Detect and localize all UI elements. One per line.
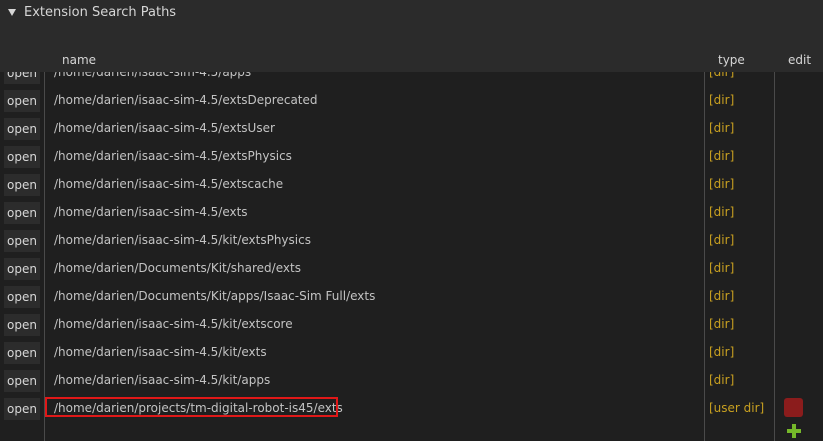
path-type: [user dir]: [709, 401, 765, 415]
open-button[interactable]: open: [4, 146, 40, 168]
path-type: [dir]: [709, 261, 735, 275]
open-button[interactable]: open: [4, 230, 40, 252]
table-row[interactable]: open/home/darien/isaac-sim-4.5/kit/extsP…: [0, 227, 823, 255]
path-type: [dir]: [709, 317, 735, 331]
path-type: [dir]: [709, 93, 735, 107]
path-type: [dir]: [709, 121, 735, 135]
open-button[interactable]: open: [4, 174, 40, 196]
path-type: [dir]: [709, 233, 735, 247]
path-text: /home/darien/isaac-sim-4.5/extsDeprecate…: [54, 93, 318, 107]
section-title: Extension Search Paths: [24, 4, 177, 20]
path-text: /home/darien/isaac-sim-4.5/kit/extscore: [54, 317, 293, 331]
path-type: [dir]: [709, 177, 735, 191]
open-button[interactable]: open: [4, 90, 40, 112]
open-button[interactable]: open: [4, 286, 40, 308]
table-row[interactable]: open/home/darien/Documents/Kit/apps/Isaa…: [0, 283, 823, 311]
open-button[interactable]: open: [4, 314, 40, 336]
open-button[interactable]: open: [4, 202, 40, 224]
table-row[interactable]: open/home/darien/isaac-sim-4.5/apps [dir]: [0, 72, 823, 87]
path-text: /home/darien/isaac-sim-4.5/kit/extsPhysi…: [54, 233, 311, 247]
open-button[interactable]: open: [4, 342, 40, 364]
plus-icon: [786, 423, 801, 438]
path-text: /home/darien/isaac-sim-4.5/kit/apps: [54, 373, 271, 387]
table-row[interactable]: open/home/darien/isaac-sim-4.5/extsUser […: [0, 115, 823, 143]
open-button[interactable]: open: [4, 398, 40, 420]
path-text: /home/darien/Documents/Kit/shared/exts: [54, 261, 301, 275]
section-toggle[interactable]: Extension Search Paths: [8, 3, 176, 21]
remove-path-button[interactable]: [784, 398, 803, 417]
column-header-edit: edit: [788, 53, 812, 67]
add-path-button[interactable]: [784, 421, 803, 440]
path-type: [dir]: [709, 72, 735, 79]
path-text: /home/darien/isaac-sim-4.5/extsPhysics: [54, 149, 292, 163]
open-button[interactable]: open: [4, 370, 40, 392]
path-type: [dir]: [709, 205, 735, 219]
path-type: [dir]: [709, 373, 735, 387]
extension-search-paths-header: Extension Search Paths name type edit: [0, 0, 823, 72]
path-text: /home/darien/isaac-sim-4.5/apps: [54, 72, 252, 79]
path-type: [dir]: [709, 149, 735, 163]
path-text: /home/darien/isaac-sim-4.5/extsUser: [54, 121, 275, 135]
column-header-type: type: [718, 53, 745, 67]
highlight-box: [45, 397, 338, 417]
table-row[interactable]: open/home/darien/isaac-sim-4.5/extscache…: [0, 171, 823, 199]
column-header-name: name: [62, 53, 97, 67]
table-row[interactable]: open/home/darien/isaac-sim-4.5/extsPhysi…: [0, 143, 823, 171]
table-row[interactable]: open/home/darien/isaac-sim-4.5/kit/exts […: [0, 339, 823, 367]
open-button[interactable]: open: [4, 72, 40, 84]
table-row[interactable]: open/home/darien/isaac-sim-4.5/kit/extsc…: [0, 311, 823, 339]
collapse-triangle-icon: [8, 8, 16, 16]
search-path-list[interactable]: open/home/darien/isaac-sim-4.5/apps [dir]…: [0, 72, 823, 441]
path-text: /home/darien/Documents/Kit/apps/Isaac-Si…: [54, 289, 376, 303]
path-text: /home/darien/isaac-sim-4.5/exts: [54, 205, 248, 219]
path-type: [dir]: [709, 345, 735, 359]
table-row[interactable]: open/home/darien/isaac-sim-4.5/extsDepre…: [0, 87, 823, 115]
path-type: [dir]: [709, 289, 735, 303]
path-text: /home/darien/isaac-sim-4.5/kit/exts: [54, 345, 267, 359]
table-row[interactable]: open/home/darien/isaac-sim-4.5/kit/apps […: [0, 367, 823, 395]
path-text: /home/darien/isaac-sim-4.5/extscache: [54, 177, 284, 191]
open-button[interactable]: open: [4, 118, 40, 140]
open-button[interactable]: open: [4, 258, 40, 280]
table-row[interactable]: open/home/darien/isaac-sim-4.5/exts [dir]: [0, 199, 823, 227]
table-row[interactable]: open/home/darien/Documents/Kit/shared/ex…: [0, 255, 823, 283]
